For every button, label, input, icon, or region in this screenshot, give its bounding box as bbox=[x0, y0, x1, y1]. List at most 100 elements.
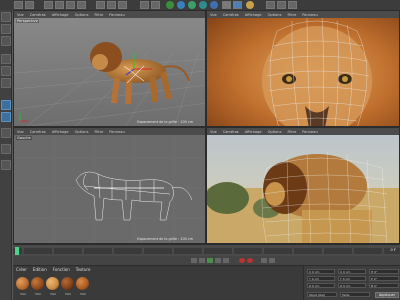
points-mode-icon[interactable] bbox=[1, 66, 11, 76]
menu-display[interactable]: Affichage bbox=[245, 13, 262, 17]
material-swatch[interactable] bbox=[61, 277, 74, 290]
menu-filter[interactable]: Filtre bbox=[287, 130, 296, 134]
menu-panel[interactable]: Panneau bbox=[109, 130, 124, 134]
menu-cameras[interactable]: Caméras bbox=[30, 130, 46, 134]
viewport-perspective[interactable]: Vue Caméras Affichage Options Filtre Pan… bbox=[13, 10, 206, 127]
rotation-p-field[interactable]: P 0° bbox=[369, 276, 399, 281]
apply-button[interactable]: Appliquer bbox=[375, 292, 399, 298]
spline-icon[interactable] bbox=[177, 1, 185, 9]
lion-savanna-scene bbox=[207, 128, 399, 243]
x-axis-icon[interactable] bbox=[96, 1, 105, 9]
redo-icon[interactable] bbox=[25, 1, 34, 9]
render-view-icon[interactable] bbox=[140, 1, 149, 9]
material-swatch[interactable] bbox=[16, 277, 29, 290]
rotation-h-field[interactable]: H 0° bbox=[369, 269, 399, 274]
nurbs-icon[interactable] bbox=[188, 1, 196, 9]
edges-mode-icon[interactable] bbox=[1, 78, 11, 88]
menu-options[interactable]: Options bbox=[75, 13, 89, 17]
menu-create[interactable]: Créer bbox=[16, 267, 27, 272]
record-icon[interactable] bbox=[239, 258, 245, 263]
go-to-end-icon[interactable] bbox=[223, 258, 229, 263]
size-mode-select[interactable]: Taille bbox=[340, 292, 370, 297]
grid-icon[interactable] bbox=[1, 160, 11, 170]
go-to-start-icon[interactable] bbox=[191, 258, 197, 263]
material-label: Mat bbox=[80, 292, 86, 296]
menu-filter[interactable]: Filtre bbox=[94, 13, 103, 17]
menu-view[interactable]: Vue bbox=[210, 130, 217, 134]
menu-view[interactable]: Vue bbox=[17, 130, 24, 134]
menu-cameras[interactable]: Caméras bbox=[30, 13, 46, 17]
grid-spacing-label: Espacement de la grille : 100 cm bbox=[137, 120, 193, 124]
playback-controls bbox=[13, 256, 400, 265]
move-icon[interactable] bbox=[55, 1, 64, 9]
timeline[interactable]: 0 F bbox=[13, 244, 400, 256]
material-label: Mat bbox=[20, 292, 26, 296]
position-x-field[interactable]: X 0 cm bbox=[307, 269, 335, 274]
step-back-icon[interactable] bbox=[199, 258, 205, 263]
menu-options[interactable]: Options bbox=[268, 130, 282, 134]
menu-options[interactable]: Options bbox=[75, 130, 89, 134]
menu-texture[interactable]: Texture bbox=[76, 267, 91, 272]
render-picture-icon[interactable] bbox=[151, 1, 160, 9]
material-swatch[interactable] bbox=[31, 277, 44, 290]
menu-cameras[interactable]: Caméras bbox=[223, 130, 239, 134]
workplane-icon[interactable] bbox=[1, 54, 11, 64]
menu-display[interactable]: Affichage bbox=[245, 130, 262, 134]
material-swatch[interactable] bbox=[46, 277, 59, 290]
menu-options[interactable]: Options bbox=[268, 13, 282, 17]
array-icon[interactable] bbox=[199, 1, 207, 9]
scene-icon[interactable] bbox=[222, 1, 231, 9]
axis-mode-icon[interactable] bbox=[1, 112, 11, 122]
material-swatch[interactable] bbox=[76, 277, 89, 290]
view-1-icon[interactable] bbox=[266, 1, 275, 9]
view-3-icon[interactable] bbox=[288, 1, 297, 9]
menu-function[interactable]: Fonction bbox=[53, 267, 70, 272]
coord-row-x: X 0 cm X 0 cm H 0° bbox=[307, 269, 399, 275]
menu-cameras[interactable]: Caméras bbox=[223, 13, 239, 17]
light-icon[interactable] bbox=[246, 1, 254, 9]
scale-icon[interactable] bbox=[66, 1, 75, 9]
viewport-left[interactable]: Vue Caméras Affichage Options Filtre Pan… bbox=[13, 127, 206, 244]
menu-filter[interactable]: Filtre bbox=[94, 130, 103, 134]
size-y-field[interactable]: Y 0 cm bbox=[338, 276, 366, 281]
position-y-field[interactable]: Y 0 cm bbox=[307, 276, 335, 281]
make-editable-icon[interactable] bbox=[1, 12, 11, 22]
size-x-field[interactable]: X 0 cm bbox=[338, 269, 366, 274]
model-mode-icon[interactable] bbox=[1, 24, 11, 34]
playhead[interactable] bbox=[15, 247, 19, 255]
z-axis-icon[interactable] bbox=[118, 1, 127, 9]
polygons-mode-icon[interactable] bbox=[1, 100, 11, 110]
snap-icon[interactable] bbox=[1, 128, 11, 138]
viewport-front-closeup[interactable]: Vue Caméras Affichage Options Filtre Pan… bbox=[206, 10, 400, 127]
menu-panel[interactable]: Panneau bbox=[302, 130, 317, 134]
menu-display[interactable]: Affichage bbox=[52, 13, 69, 17]
viewport-camera-savanna[interactable]: Vue Caméras Affichage Options Filtre Pan… bbox=[206, 127, 400, 244]
menu-panel[interactable]: Panneau bbox=[109, 13, 124, 17]
menu-view[interactable]: Vue bbox=[17, 13, 24, 17]
menu-edit[interactable]: Edition bbox=[33, 267, 47, 272]
texture-mode-icon[interactable] bbox=[1, 36, 11, 46]
size-z-field[interactable]: Z 0 cm bbox=[338, 283, 366, 288]
lock-icon[interactable] bbox=[1, 144, 11, 154]
rotate-icon[interactable] bbox=[77, 1, 86, 9]
cube-icon[interactable] bbox=[166, 1, 174, 9]
menu-display[interactable]: Affichage bbox=[52, 130, 69, 134]
layout-icon[interactable] bbox=[233, 1, 242, 9]
autokey-icon[interactable] bbox=[247, 258, 253, 263]
view-2-icon[interactable] bbox=[277, 1, 286, 9]
deformer-icon[interactable] bbox=[210, 1, 218, 9]
live-selection-icon[interactable] bbox=[44, 1, 53, 9]
position-z-field[interactable]: Z 0 cm bbox=[307, 283, 335, 288]
timeline-settings-icon[interactable] bbox=[269, 258, 275, 263]
keyframe-icon[interactable] bbox=[261, 258, 267, 263]
menu-filter[interactable]: Filtre bbox=[287, 13, 296, 17]
perspective-scene bbox=[14, 11, 205, 126]
rotation-b-field[interactable]: B 0° bbox=[369, 283, 399, 288]
play-icon[interactable] bbox=[207, 258, 213, 263]
coordinate-mode-select[interactable]: Objet (Rel) bbox=[307, 292, 337, 297]
menu-view[interactable]: Vue bbox=[210, 13, 217, 17]
undo-icon[interactable] bbox=[14, 1, 23, 9]
menu-panel[interactable]: Panneau bbox=[302, 13, 317, 17]
step-forward-icon[interactable] bbox=[215, 258, 221, 263]
y-axis-icon[interactable] bbox=[107, 1, 116, 9]
